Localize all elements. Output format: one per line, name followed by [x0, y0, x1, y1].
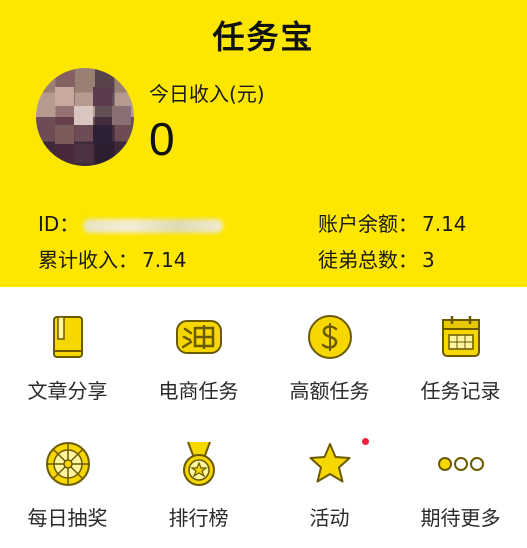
apprentice-count: 徒弟总数： 3	[318, 244, 435, 273]
calendar-icon	[441, 316, 480, 357]
avatar-pixel	[55, 125, 74, 144]
dollar-coin-icon	[307, 315, 352, 359]
user-id-masked	[83, 218, 224, 233]
today-income-value: 0	[149, 113, 175, 165]
menu-grid: 文章分享 电商任务 高额任务 任务记录 每日抽奖 排行榜 活动 期待更多	[0, 287, 527, 548]
menu-item-activity[interactable]: 活动	[264, 414, 395, 534]
header-panel: 任务宝 今日收入(元) 0 ID： 账户余额： 7.14 累计收入： 7.14 徒弟…	[0, 0, 527, 287]
menu-item-label: 活动	[309, 506, 350, 530]
apprentice-label: 徒弟总数：	[318, 248, 418, 272]
menu-item-label: 高额任务	[289, 379, 370, 403]
avatar-pixel	[74, 106, 93, 125]
total-income-value: 7.14	[142, 248, 187, 272]
medal-icon	[182, 441, 215, 486]
menu-item-label: 每日抽奖	[27, 506, 108, 530]
total-income-label: 累计收入：	[38, 248, 138, 272]
menu-item-ecommerce-task[interactable]: 电商任务	[133, 287, 264, 407]
total-income: 累计收入： 7.14	[38, 244, 187, 273]
menu-item-article-share[interactable]: 文章分享	[2, 287, 133, 407]
avatar-pixel	[112, 106, 131, 125]
user-id-label: ID：	[38, 212, 80, 236]
avatar-pixel	[55, 87, 74, 106]
menu-item-coming-soon[interactable]: 期待更多	[395, 414, 526, 534]
menu-item-label: 任务记录	[420, 379, 501, 403]
menu-item-high-reward-task[interactable]: 高额任务	[264, 287, 395, 407]
avatar[interactable]	[36, 68, 134, 166]
menu-item-label: 电商任务	[158, 379, 239, 403]
menu-item-label: 期待更多	[420, 506, 501, 530]
star-icon	[309, 443, 350, 483]
user-id: ID：	[38, 208, 224, 237]
avatar-pixel	[93, 87, 112, 106]
today-income-label: 今日收入(元)	[149, 82, 265, 106]
avatar-pixel	[74, 144, 93, 163]
notification-dot	[362, 438, 369, 445]
page-title: 任务宝	[212, 18, 315, 56]
menu-item-label: 文章分享	[27, 379, 108, 403]
menu-item-label: 排行榜	[168, 506, 229, 530]
menu-item-task-record[interactable]: 任务记录	[395, 287, 526, 407]
apprentice-value: 3	[422, 248, 435, 272]
balance-label: 账户余额：	[318, 212, 418, 236]
taobao-icon	[175, 320, 222, 354]
account-balance: 账户余额： 7.14	[318, 208, 467, 237]
menu-item-daily-lottery[interactable]: 每日抽奖	[2, 414, 133, 534]
more-dots-icon	[437, 457, 484, 471]
avatar-pixel	[93, 125, 112, 144]
balance-value: 7.14	[422, 212, 467, 236]
book-icon	[52, 316, 83, 358]
lottery-wheel-icon	[45, 442, 90, 486]
menu-item-leaderboard[interactable]: 排行榜	[133, 414, 264, 534]
